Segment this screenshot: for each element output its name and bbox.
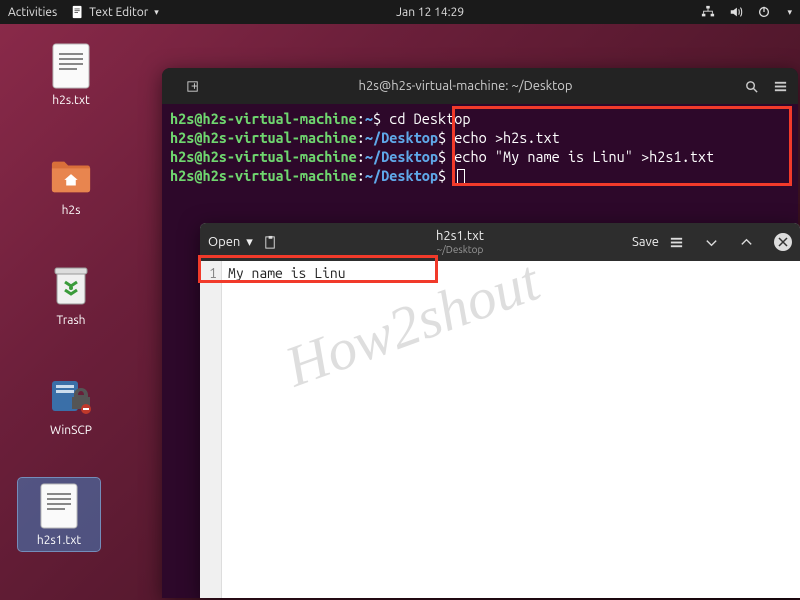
winscp-icon <box>50 372 92 420</box>
volume-icon[interactable] <box>729 5 743 19</box>
gedit-text-area[interactable]: 1 My name is Linu <box>200 261 800 598</box>
minimize-icon[interactable] <box>704 235 719 250</box>
system-menu-chevron-icon[interactable]: ▾ <box>787 7 792 18</box>
activities-button[interactable]: Activities <box>8 6 57 19</box>
network-icon[interactable] <box>701 5 715 19</box>
hamburger-icon[interactable] <box>773 79 788 94</box>
gedit-headerbar[interactable]: Open ▾ h2s1.txt ~/Desktop Save <box>200 223 800 261</box>
hamburger-icon[interactable] <box>669 235 684 250</box>
clock[interactable]: Jan 12 14:29 <box>159 6 702 19</box>
power-icon[interactable] <box>757 5 771 19</box>
save-button[interactable]: Save <box>632 235 659 249</box>
icon-label: WinSCP <box>50 424 92 437</box>
desktop-folder-h2s[interactable]: h2s <box>30 148 112 221</box>
home-folder-icon <box>50 152 92 200</box>
top-panel: Activities Text Editor ▾ Jan 12 14:29 ▾ <box>0 0 800 24</box>
app-menu[interactable]: Text Editor ▾ <box>71 5 159 19</box>
icon-label: h2s.txt <box>52 94 89 107</box>
trash-icon <box>50 262 92 310</box>
new-document-icon[interactable] <box>263 235 278 250</box>
search-icon[interactable] <box>744 79 759 94</box>
app-menu-label: Text Editor <box>89 6 148 19</box>
terminal-titlebar[interactable]: h2s@h2s-virtual-machine: ~/Desktop <box>162 68 798 104</box>
chevron-down-icon: ▾ <box>246 235 253 250</box>
terminal-title: h2s@h2s-virtual-machine: ~/Desktop <box>201 79 730 93</box>
desktop-file-h2s1-txt[interactable]: h2s1.txt <box>18 478 100 551</box>
line-number-gutter: 1 <box>200 261 222 598</box>
desktop-trash[interactable]: Trash <box>30 258 112 331</box>
editor-content[interactable]: My name is Linu <box>222 261 352 598</box>
open-button[interactable]: Open ▾ <box>208 235 253 250</box>
maximize-icon[interactable] <box>739 235 754 250</box>
new-tab-icon[interactable] <box>186 79 201 94</box>
icon-label: Trash <box>56 314 85 327</box>
text-editor-icon <box>71 5 85 19</box>
icon-label: h2s1.txt <box>37 534 81 547</box>
close-button[interactable] <box>774 233 792 251</box>
gedit-title: h2s1.txt ~/Desktop <box>288 229 632 254</box>
icon-label: h2s <box>62 204 81 217</box>
terminal-body[interactable]: h2s@h2s-virtual-machine:~$ cd Desktop h2… <box>162 104 798 191</box>
text-editor-window: Open ▾ h2s1.txt ~/Desktop Save 1 My name… <box>200 223 800 598</box>
text-file-icon <box>50 42 92 90</box>
text-file-icon <box>38 482 80 530</box>
desktop-winscp[interactable]: WinSCP <box>30 368 112 441</box>
terminal-cursor <box>457 169 465 184</box>
desktop-file-h2s-txt[interactable]: h2s.txt <box>30 38 112 111</box>
